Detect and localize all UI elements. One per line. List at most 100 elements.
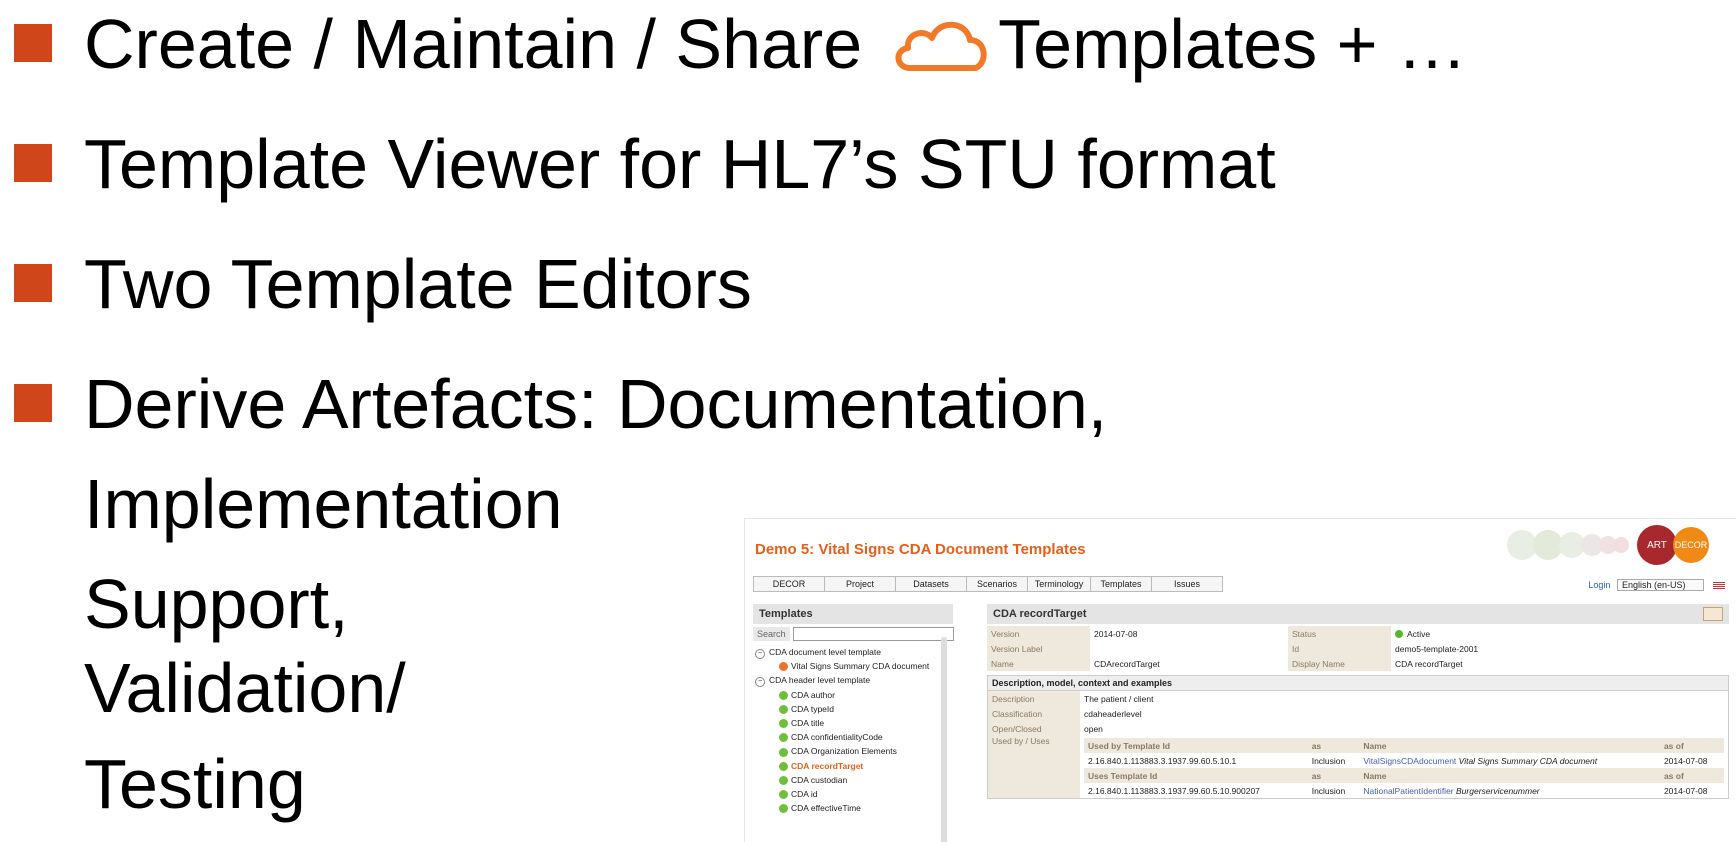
tree-node-label: CDA custodian (791, 774, 848, 785)
nav-issues[interactable]: Issues (1152, 577, 1222, 591)
uses-link[interactable]: NationalPatientIdentifier (1363, 786, 1453, 796)
tree-node[interactable]: CDA title (753, 716, 953, 730)
bullet-line-3: Two Template Editors (84, 245, 752, 323)
tree-node-label: CDA effectiveTime (791, 803, 861, 814)
tree-node-label: CDA id (791, 788, 818, 799)
bullet-line-4-cont: Support, (84, 565, 349, 643)
bullet-marker (14, 384, 52, 422)
bullet-marker (14, 144, 52, 182)
display-name-label: Display Name (1288, 656, 1391, 671)
bullet-line-1: Create / Maintain / Share Templates + … (84, 4, 1467, 90)
bullet-line-2: Template Viewer for HL7’s STU format (84, 125, 1276, 203)
tree-node[interactable]: CDA author (753, 688, 953, 702)
login-link[interactable]: Login (1588, 580, 1610, 590)
nav-scenarios[interactable]: Scenarios (967, 577, 1028, 591)
bullet-line-4-cont: Testing (84, 745, 306, 823)
table-row: 2.16.840.1.113883.3.1937.99.60.5.10.1 In… (1084, 753, 1724, 768)
template-icon (779, 747, 788, 757)
uses-asof-header: as of (1659, 768, 1724, 783)
name-value: CDArecordTarget (1094, 658, 1160, 669)
used-by-asof: 2014-07-08 (1663, 755, 1708, 766)
tree-node[interactable]: CDA typeId (753, 702, 953, 716)
tree-node[interactable]: CDA recordTarget (753, 759, 953, 773)
template-tree: − CDA document level template Vital Signs … (753, 645, 953, 815)
art-logo: ART (1637, 525, 1677, 565)
search-label: Search (753, 627, 790, 641)
language-select[interactable]: English (en-US) (1616, 579, 1705, 591)
id-label: Id (1288, 641, 1391, 656)
description-section: Description, model, context and examples… (987, 675, 1729, 799)
table-row: 2.16.840.1.113883.3.1937.99.60.5.10.9002… (1084, 783, 1724, 798)
used-by-asof-header: as of (1659, 738, 1724, 753)
tree-node-label: CDA author (791, 689, 835, 700)
uses-as: Inclusion (1311, 785, 1346, 796)
tree-node[interactable]: − CDA document level template (753, 645, 953, 659)
tree-node-label: CDA typeId (791, 703, 834, 714)
tree-node-label: CDA Organization Elements (791, 746, 897, 757)
app-title: Demo 5: Vital Signs CDA Document Templat… (755, 541, 1086, 558)
template-icon (779, 775, 788, 785)
logo-circles: ART DECOR (1507, 525, 1709, 565)
used-by-link[interactable]: VitalSignsCDAdocument (1363, 756, 1456, 766)
nav-templates[interactable]: Templates (1091, 577, 1152, 591)
tree-node[interactable]: CDA custodian (753, 773, 953, 787)
used-by-label: Used by / Uses (988, 736, 1080, 798)
classification-value: cdaheaderlevel (1084, 708, 1142, 719)
template-icon (779, 733, 788, 743)
version-value: 2014-07-08 (1094, 628, 1138, 639)
nav-terminology[interactable]: Terminology (1028, 577, 1091, 591)
collapse-icon[interactable]: − (755, 649, 765, 659)
uses-as-header: as (1307, 768, 1360, 783)
cloud-icon (892, 10, 992, 90)
bullet-line-4: Derive Artefacts: Documentation, (84, 365, 1108, 443)
used-by-as: Inclusion (1311, 755, 1346, 766)
tree-node-label: CDA confidentialityCode (791, 732, 883, 743)
uses-name: NationalPatientIdentifier Burgerservicen… (1363, 785, 1540, 796)
template-icon (779, 761, 788, 771)
tree-node[interactable]: − CDA header level template (753, 673, 953, 688)
classification-label: Classification (988, 706, 1080, 721)
name-label: Name (987, 656, 1090, 671)
nav-decor[interactable]: DECOR (754, 577, 825, 591)
nav-datasets[interactable]: Datasets (896, 577, 967, 591)
tree-node[interactable]: CDA Organization Elements (753, 744, 953, 758)
detail-title-bar: CDA recordTarget (987, 604, 1729, 624)
description-section-title[interactable]: Description, model, context and examples (988, 676, 1728, 691)
tree-scrollbar[interactable] (941, 637, 947, 842)
used-by-name-header: Name (1359, 738, 1660, 753)
collapse-icon[interactable]: − (755, 677, 765, 688)
template-icon (779, 662, 788, 672)
status-active-icon (1395, 630, 1403, 639)
art-decor-screenshot: Demo 5: Vital Signs CDA Document Templat… (744, 518, 1736, 842)
description-value: The patient / client (1084, 693, 1154, 704)
main-nav: DECOR Project Datasets Scenarios Termino… (753, 576, 1223, 592)
uses-asof: 2014-07-08 (1663, 785, 1708, 796)
tree-node-label: CDA header level template (769, 675, 871, 686)
bullet-line-4-cont: Implementation (84, 465, 563, 543)
tree-node-label: CDA title (791, 717, 825, 728)
us-flag-icon (1713, 581, 1725, 590)
search-row: Search (753, 627, 954, 641)
template-icon (779, 705, 788, 714)
search-input[interactable] (792, 627, 954, 641)
template-icon (779, 690, 788, 700)
status-value: Active (1391, 626, 1729, 641)
version-label-label: Version Label (987, 641, 1090, 656)
template-icon (779, 804, 788, 814)
bullet-marker (14, 24, 52, 62)
tree-node[interactable]: CDA id (753, 787, 953, 801)
tree-node[interactable]: CDA confidentialityCode (753, 730, 953, 744)
template-properties: Version 2014-07-08 Status Active Version… (987, 626, 1729, 671)
tree-view-button[interactable] (1703, 607, 1723, 621)
templates-pane-title: Templates (753, 604, 953, 624)
uses-id-header: Uses Template Id (1084, 768, 1308, 783)
version-label: Version (987, 626, 1090, 641)
description-label: Description (988, 691, 1080, 706)
tree-node[interactable]: CDA effectiveTime (753, 801, 953, 815)
templates-pane: Templates Search − CDA document level tem… (753, 604, 954, 842)
used-by-id: 2.16.840.1.113883.3.1937.99.60.5.10.1 (1088, 755, 1237, 766)
nav-project[interactable]: Project (825, 577, 896, 591)
tree-node[interactable]: Vital Signs Summary CDA document (753, 659, 953, 673)
template-detail-pane: CDA recordTarget Version 2014-07-08 Stat… (987, 604, 1729, 799)
used-by-as-header: as (1307, 738, 1360, 753)
